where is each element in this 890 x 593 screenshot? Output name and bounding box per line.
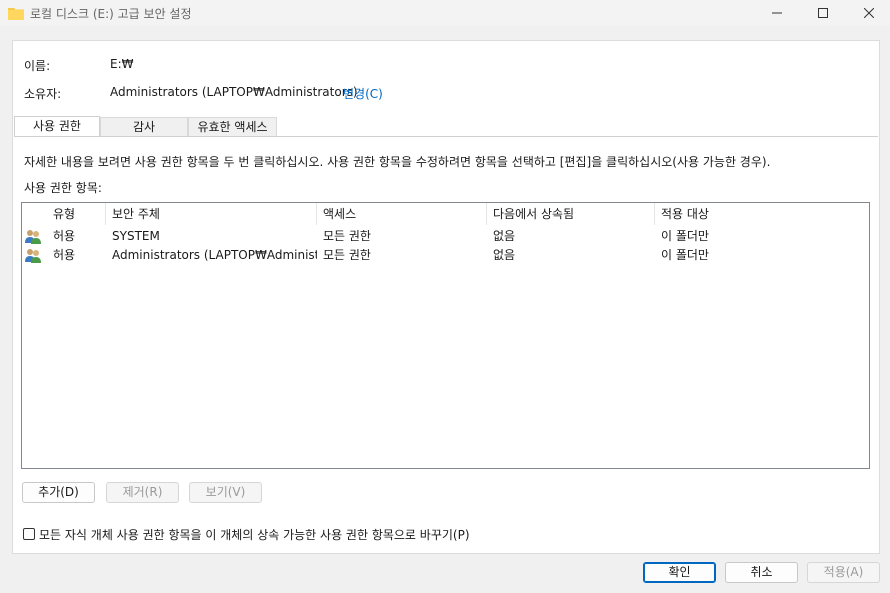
window-title: 로컬 디스크 (E:) 고급 보안 설정 xyxy=(30,7,192,21)
cell-principal: SYSTEM xyxy=(112,229,160,243)
permissions-description: 자세한 내용을 보려면 사용 권한 항목을 두 번 클릭하십시오. 사용 권한 … xyxy=(24,155,771,169)
apply-button[interactable]: 적용(A) xyxy=(807,562,880,583)
cancel-button[interactable]: 취소 xyxy=(725,562,798,583)
cell-access: 모든 권한 xyxy=(323,248,371,262)
close-button[interactable] xyxy=(846,0,890,26)
cell-type: 허용 xyxy=(53,229,76,243)
cell-applies-to: 이 폴더만 xyxy=(661,229,709,243)
tab-divider xyxy=(14,136,878,137)
cell-type: 허용 xyxy=(53,248,76,262)
change-owner-link[interactable]: 변경(C) xyxy=(343,85,383,102)
cell-principal: Administrators (LAPTOP₩Administr... xyxy=(112,248,317,262)
ok-button[interactable]: 확인 xyxy=(643,562,716,583)
column-header-inherited-from[interactable]: 다음에서 상속됨 xyxy=(487,203,655,225)
name-value: E:₩ xyxy=(110,57,134,71)
cell-applies-to: 이 폴더만 xyxy=(661,248,709,262)
tab-effective-access[interactable]: 유효한 액세스 xyxy=(188,117,277,137)
users-icon xyxy=(25,230,41,244)
replace-permissions-label[interactable]: 모든 자식 개체 사용 권한 항목을 이 개체의 상속 가능한 사용 권한 항목… xyxy=(39,526,470,543)
maximize-button[interactable] xyxy=(800,0,846,26)
tab-auditing[interactable]: 감사 xyxy=(100,117,188,137)
close-icon xyxy=(864,8,874,18)
users-icon xyxy=(25,249,41,263)
title-bar: 로컬 디스크 (E:) 고급 보안 설정 xyxy=(0,0,890,26)
name-label: 이름: xyxy=(24,59,51,73)
column-header-type[interactable]: 유형 xyxy=(47,203,106,225)
folder-icon xyxy=(8,8,24,20)
remove-button[interactable]: 제거(R) xyxy=(106,482,179,503)
main-panel: 이름: E:₩ 소유자: Administrators (LAPTOP₩Admi… xyxy=(12,40,880,554)
column-header-principal[interactable]: 보안 주체 xyxy=(106,203,317,225)
table-row[interactable]: 허용 SYSTEM 모든 권한 없음 이 폴더만 xyxy=(22,227,869,246)
cell-inherited-from: 없음 xyxy=(493,248,516,262)
cell-access: 모든 권한 xyxy=(323,229,371,243)
add-button[interactable]: 추가(D) xyxy=(22,482,95,503)
column-header-applies-to[interactable]: 적용 대상 xyxy=(655,203,869,225)
table-row[interactable]: 허용 Administrators (LAPTOP₩Administr... 모… xyxy=(22,246,869,265)
owner-value: Administrators (LAPTOP₩Administrators) xyxy=(110,85,358,99)
column-header-access[interactable]: 액세스 xyxy=(317,203,487,225)
tab-permissions[interactable]: 사용 권한 xyxy=(14,116,100,137)
minimize-icon xyxy=(772,12,782,14)
replace-permissions-checkbox[interactable] xyxy=(23,528,35,540)
cell-inherited-from: 없음 xyxy=(493,229,516,243)
permission-entries-list[interactable]: 유형 보안 주체 액세스 다음에서 상속됨 적용 대상 허용 SYSTEM 모든… xyxy=(21,202,870,469)
minimize-button[interactable] xyxy=(754,0,800,26)
view-button[interactable]: 보기(V) xyxy=(189,482,262,503)
permission-entries-label: 사용 권한 항목: xyxy=(24,181,102,195)
owner-label: 소유자: xyxy=(24,87,62,101)
maximize-icon xyxy=(818,8,828,18)
